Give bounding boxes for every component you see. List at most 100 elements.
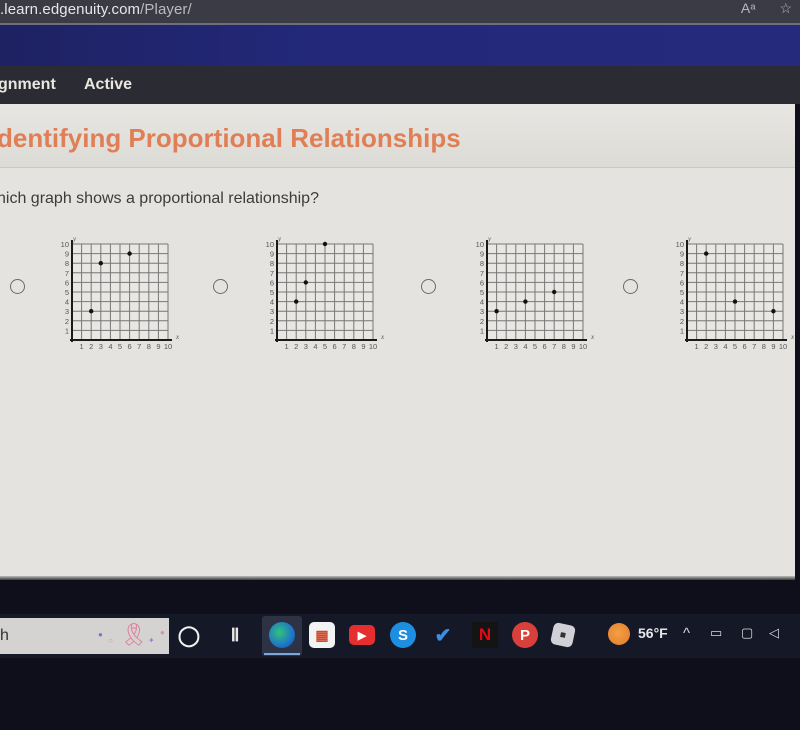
x-tick-label: 9 <box>156 342 160 351</box>
x-tick-label: 9 <box>771 342 775 351</box>
y-tick-label: 2 <box>65 317 69 326</box>
weather-icon[interactable] <box>608 623 630 645</box>
x-axis-label: x <box>790 333 795 341</box>
youtube-icon[interactable]: ▶ <box>349 625 375 645</box>
nav-item-active[interactable]: Active <box>84 76 132 94</box>
radio-button[interactable] <box>623 279 638 294</box>
x-axis-label: x <box>175 333 180 341</box>
y-tick-label: 8 <box>480 259 484 268</box>
x-tick-label: 2 <box>294 342 298 351</box>
x-tick-label: 1 <box>495 342 499 351</box>
address-bar[interactable]: .learn.edgenuity.com/Player/ Aᵃ ☆ <box>0 0 800 24</box>
data-point <box>732 299 738 304</box>
netflix-icon[interactable]: N <box>472 622 498 648</box>
data-point <box>771 309 776 314</box>
y-tick-label: 6 <box>65 278 69 287</box>
cortana-icon[interactable]: ◯ <box>176 622 202 648</box>
y-tick-label: 9 <box>270 250 274 259</box>
data-point <box>294 299 299 304</box>
data-point <box>523 299 528 304</box>
x-tick-label: 5 <box>733 342 737 351</box>
y-tick-label: 3 <box>270 307 274 316</box>
x-tick-label: 1 <box>695 342 699 351</box>
page-title: dentifying Proportional Relationships <box>0 123 461 153</box>
y-tick-label: 5 <box>65 288 69 297</box>
battery-icon[interactable]: ▭ <box>710 625 722 641</box>
y-tick-label: 10 <box>676 240 684 249</box>
x-tick-label: 5 <box>533 342 537 351</box>
x-axis-label: x <box>380 333 385 341</box>
y-tick-label: 7 <box>480 269 484 278</box>
y-tick-label: 3 <box>65 307 69 316</box>
chevron-up-icon[interactable]: ^ <box>683 625 690 642</box>
y-tick-label: 3 <box>680 307 684 316</box>
y-tick-label: 5 <box>480 288 484 297</box>
y-axis-label: y <box>487 235 492 243</box>
task-view-icon[interactable]: Ⅱ <box>222 622 248 648</box>
x-tick-label: 3 <box>714 342 718 351</box>
y-tick-label: 7 <box>65 269 69 278</box>
screen: .learn.edgenuity.com/Player/ Aᵃ ☆ gnment… <box>0 0 800 730</box>
data-point <box>89 309 94 314</box>
x-tick-label: 4 <box>523 342 527 351</box>
sparkle-icon: ✦ <box>148 636 155 645</box>
x-tick-label: 10 <box>779 342 787 351</box>
radio-button[interactable] <box>421 279 436 294</box>
y-tick-label: 1 <box>680 326 684 335</box>
data-point <box>704 251 709 256</box>
pinterest-icon[interactable]: P <box>512 622 538 648</box>
x-tick-label: 9 <box>571 342 575 351</box>
x-tick-label: 9 <box>361 342 365 351</box>
data-point <box>303 280 308 285</box>
taskbar-search[interactable]: h ● ○ 🎗 ✦ ● <box>0 618 169 654</box>
y-tick-label: 7 <box>680 269 684 278</box>
y-tick-label: 10 <box>476 240 484 249</box>
coordinate-graph: 1 2 3 4 5 6 7 8 9 10 1 2 3 4 5 6 7 8 9 10 x y <box>255 234 385 358</box>
weather-temp[interactable]: 56°F <box>638 625 668 641</box>
coordinate-graph: 1 2 3 4 5 6 7 8 9 10 1 2 3 4 5 6 7 8 9 10 x y <box>665 234 795 358</box>
store-icon[interactable]: ▦ <box>309 622 335 648</box>
x-tick-label: 6 <box>333 342 337 351</box>
taskbar: h ● ○ 🎗 ✦ ● ◯ Ⅱ e ▦ ▶ S ✔ N P ■ 56°F ^ ▭… <box>0 614 800 658</box>
read-aloud-icon[interactable]: Aᵃ <box>741 0 756 17</box>
y-tick-label: 6 <box>680 278 684 287</box>
todo-icon[interactable]: ✔ <box>430 622 456 648</box>
x-tick-label: 10 <box>369 342 377 351</box>
x-tick-label: 8 <box>562 342 566 351</box>
x-tick-label: 7 <box>752 342 756 351</box>
data-point <box>322 241 328 247</box>
volume-icon[interactable]: ◁ <box>769 625 779 641</box>
data-point <box>494 309 499 314</box>
y-tick-label: 4 <box>480 298 484 307</box>
x-tick-label: 4 <box>723 342 727 351</box>
sparkle-icon: ● <box>98 630 103 639</box>
active-indicator <box>264 653 300 655</box>
url-field[interactable]: .learn.edgenuity.com/Player/ <box>0 1 192 18</box>
edge-icon[interactable]: e <box>269 622 295 648</box>
y-tick-label: 4 <box>65 298 69 307</box>
x-tick-label: 8 <box>352 342 356 351</box>
nav-item-assignment[interactable]: gnment <box>0 76 56 94</box>
radio-button[interactable] <box>10 279 25 294</box>
page-edge <box>0 576 795 580</box>
data-point <box>127 251 132 256</box>
y-tick-label: 2 <box>270 317 274 326</box>
x-tick-label: 10 <box>579 342 587 351</box>
x-tick-label: 5 <box>323 342 327 351</box>
meet-now-icon[interactable]: ▢ <box>741 625 753 641</box>
search-input[interactable]: h <box>0 627 9 645</box>
y-tick-label: 7 <box>270 269 274 278</box>
x-tick-label: 3 <box>99 342 103 351</box>
y-tick-label: 5 <box>270 288 274 297</box>
x-tick-label: 3 <box>304 342 308 351</box>
roblox-icon[interactable]: ■ <box>549 621 577 649</box>
coordinate-graph: 1 2 3 4 5 6 7 8 9 10 1 2 3 4 5 6 7 8 9 10 x y <box>50 234 180 358</box>
y-tick-label: 9 <box>680 250 684 259</box>
skype-icon[interactable]: S <box>390 622 416 648</box>
favorites-add-icon[interactable]: ☆ <box>779 0 792 17</box>
x-tick-label: 1 <box>80 342 84 351</box>
graph-svg: 1 2 3 4 5 6 7 8 9 1012345678910xy <box>476 235 595 351</box>
x-tick-label: 4 <box>313 342 317 351</box>
radio-button[interactable] <box>213 279 228 294</box>
y-tick-label: 1 <box>270 326 274 335</box>
